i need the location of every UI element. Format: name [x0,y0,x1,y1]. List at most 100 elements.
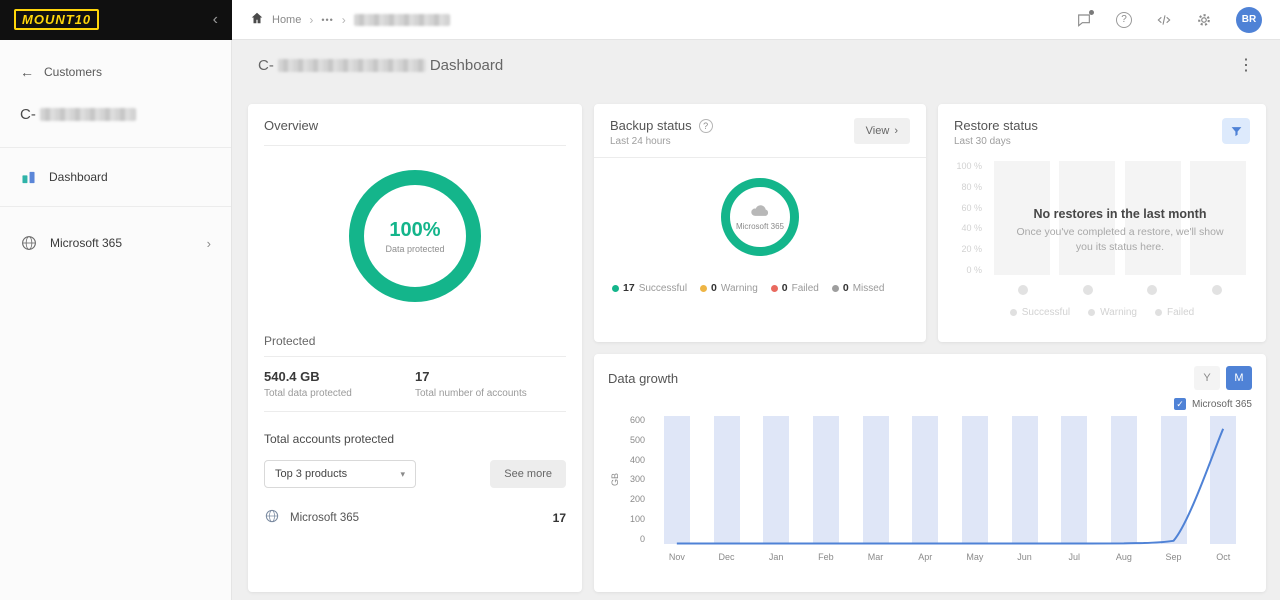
overview-header: Overview [264,118,566,146]
chevron-down-icon: ▾ [400,468,405,479]
backup-donut-wrap: Microsoft 365 [594,178,926,256]
empty-state-text: Once you've completed a restore, we'll s… [1016,226,1224,253]
placeholder-dot [1211,285,1222,295]
sidebar-collapse-icon[interactable]: ‹ [213,11,218,28]
notifications-icon[interactable] [1076,9,1094,28]
growth-xlabel: Jan [768,552,784,562]
overview-card: Overview 100% Data protected Protected 5… [248,104,582,592]
legend-count: 0 [711,282,717,294]
donut-caption: Data protected [385,243,445,254]
series-label: Microsoft 365 [1191,398,1252,410]
backup-titles: Backup status ? Last 24 hours [610,118,713,147]
year-toggle-button[interactable]: Y [1194,366,1220,390]
empty-state-title: No restores in the last month [1033,207,1207,222]
growth-ylabel: GB [610,473,620,487]
view-button[interactable]: View › [853,118,910,144]
legend-item-successful: Successful [1009,307,1070,318]
growth-line-svg [676,428,1225,545]
series-checkbox[interactable]: ✓ [1173,398,1186,410]
ytick: 0 % [966,264,982,275]
breadcrumb-redacted[interactable] [353,13,450,26]
growth-ytick: 600 [629,415,645,425]
restore-header: Restore status Last 30 days [938,104,1266,155]
overview-title: Overview [264,118,319,133]
products-filter-dropdown[interactable]: Top 3 products ▾ [264,460,416,488]
info-icon[interactable]: ? [698,118,713,133]
help-icon[interactable]: ? [1116,11,1132,28]
ytick: 40 % [961,223,982,234]
growth-header: Data growth Y M [608,366,1252,390]
month-toggle-button[interactable]: M [1226,366,1252,390]
growth-ytick: 100 [629,514,645,525]
breadcrumb-ellipsis[interactable]: ••• [321,15,333,25]
topbar-actions: ? BR [1076,6,1280,33]
microsoft-365-icon [264,508,280,527]
legend-label: Missed [852,282,885,294]
placeholder-dot [1147,285,1158,295]
growth-yaxis: 600 500 400 300 200 100 0 [622,416,652,544]
legend-dot [831,284,839,292]
stat-value: 540.4 GB [264,369,320,384]
legend-dot [1009,309,1017,316]
sidebar-item-label: Dashboard [49,170,108,184]
legend-item-successful: 17 Successful [612,282,687,294]
page-title-prefix: C- [258,56,274,74]
backup-title: Backup status [610,118,692,133]
see-more-button[interactable]: See more [490,460,566,488]
breadcrumb-home[interactable]: Home [272,14,301,26]
home-icon[interactable] [250,11,264,28]
growth-ytick: 0 [639,533,645,544]
stat-total-accounts: 17 Total number of accounts [415,369,566,399]
main-content: C- Dashboard ⋮ Overview 100% Data protec… [232,40,1280,600]
overview-stats: 540.4 GB Total data protected 17 Total n… [264,357,566,412]
legend-label: Warning [1100,307,1137,318]
growth-chart: GB 600 500 400 300 200 100 0 Nov Dec Jan Feb Mar Ap… [608,416,1248,562]
back-arrow-icon: ← [20,64,34,80]
sidebar-item-label: Microsoft 365 [50,236,123,250]
growth-xlabel: Dec [718,552,735,562]
protected-section-title: Protected [264,334,566,357]
growth-xlabel: Aug [1115,552,1132,562]
back-label: Customers [44,65,103,79]
page-title-redacted [277,58,426,72]
funnel-icon [1231,126,1241,136]
filter-button[interactable] [1222,118,1250,144]
data-protected-donut: 100% Data protected [349,170,481,302]
chevron-right-icon: › [309,12,314,27]
growth-xlabel: Sep [1165,552,1182,562]
gear-icon[interactable] [1196,12,1212,28]
chevron-right-icon: › [341,12,346,27]
growth-xlabel: Apr [918,552,933,562]
growth-xlabel: Oct [1216,552,1231,562]
page-header: C- Dashboard ⋮ [232,40,1280,90]
backup-header: Backup status ? Last 24 hours View › [594,104,926,158]
growth-ytick: 200 [629,494,645,505]
ytick: 20 % [961,244,982,255]
ytick: 80 % [961,181,982,192]
customer-prefix: C- [20,106,36,123]
donut-percent: 100% [389,218,441,241]
stat-label: Total data protected [264,388,352,399]
page-title: C- Dashboard [258,57,503,74]
backup-donut: Microsoft 365 [721,178,799,256]
accounts-section-title: Total accounts protected [264,432,395,446]
legend-count: 0 [842,282,849,294]
sidebar-item-dashboard[interactable]: Dashboard [0,148,231,206]
backup-status-card: Backup status ? Last 24 hours View › Mic… [594,104,926,342]
placeholder-dot [1082,285,1093,295]
legend-item-missed: 0 Missed [831,282,885,294]
product-row-microsoft-365[interactable]: Microsoft 365 17 [264,508,566,527]
backup-subtitle: Last 24 hours [610,136,671,147]
chevron-right-icon[interactable]: › [207,236,211,251]
page-title-suffix: Dashboard [429,56,504,74]
view-label: View [865,125,890,137]
code-icon[interactable] [1156,12,1172,28]
sidebar-item-microsoft-365[interactable]: Microsoft 365 › [0,207,231,279]
growth-xlabel: Jun [1017,552,1032,562]
back-to-customers[interactable]: ← Customers [0,40,231,80]
kebab-menu-icon[interactable]: ⋮ [1238,55,1254,75]
avatar[interactable]: BR [1236,6,1262,33]
legend-dot [1088,309,1096,316]
growth-line [676,428,1225,545]
legend-dot [770,284,778,292]
